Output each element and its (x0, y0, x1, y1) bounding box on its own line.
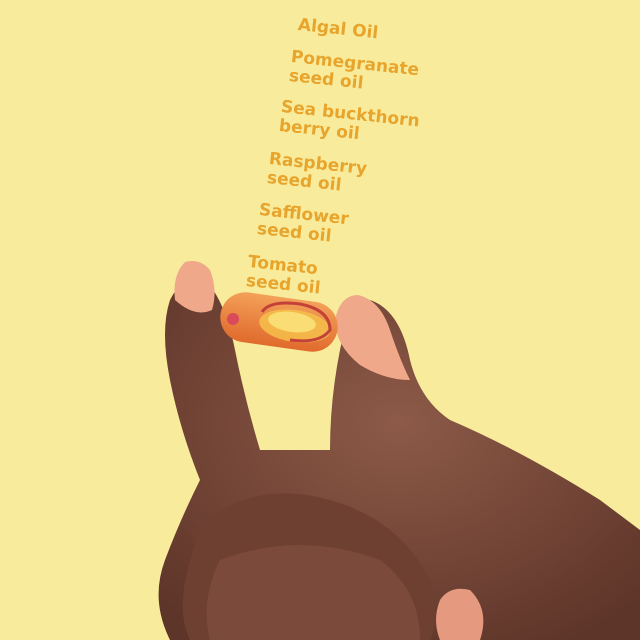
oil-ingredient-list: Algal Oil Pomegranate seed oil Sea buckt… (0, 0, 640, 640)
ingredient-label-safflower: Safflower seed oil (256, 200, 350, 248)
label-line: Algal Oil (297, 15, 380, 44)
ingredient-label-pomegranate: Pomegranate seed oil (288, 47, 420, 99)
ingredient-label-raspberry: Raspberry seed oil (266, 149, 368, 198)
ingredient-label-algal-oil: Algal Oil (297, 15, 380, 44)
ingredient-label-sea-buckthorn: Sea buckthorn berry oil (278, 97, 421, 150)
ingredient-label-tomato: Tomato seed oil (245, 252, 323, 299)
